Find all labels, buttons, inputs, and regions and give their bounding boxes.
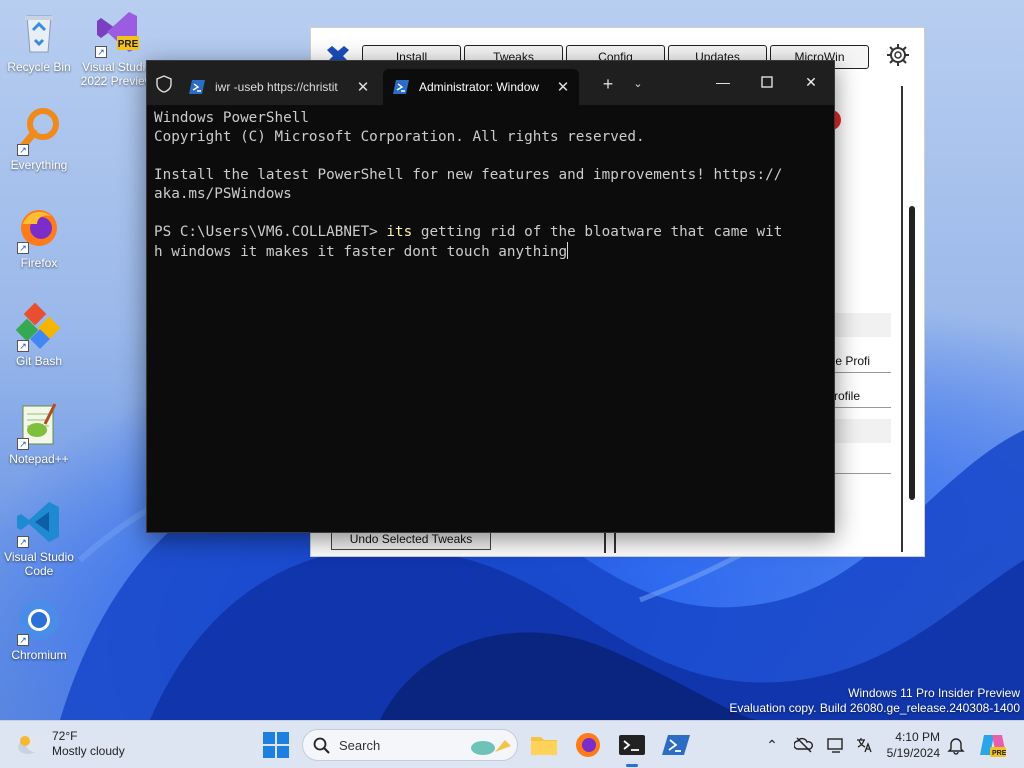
git-bash-icon: ↗: [15, 302, 63, 352]
firefox-taskbar-icon[interactable]: [572, 729, 604, 761]
close-tab-icon[interactable]: ✕: [353, 78, 373, 96]
tab-title: iwr -useb https://christit: [215, 80, 338, 94]
search-highlight-icon: [467, 736, 513, 758]
desktop-icon-git-bash[interactable]: ↗ Git Bash: [1, 302, 77, 368]
console-input-line[interactable]: h windows it makes it faster dont touch …: [154, 242, 824, 262]
search-placeholder: Search: [339, 738, 381, 753]
shortcut-arrow-icon: ↗: [17, 438, 29, 450]
pre-badge: PRE: [117, 39, 139, 50]
desktop-icon-label: Visual Studio Code: [4, 550, 74, 578]
shortcut-arrow-icon: ↗: [17, 536, 29, 548]
taskbar: 72°F Mostly cloudy Search ⌃ 4:10 PM 5/19…: [0, 720, 1024, 768]
search-icon: [313, 737, 331, 755]
desktop-icon-label: Visual Studio 2022 Preview: [80, 60, 154, 88]
terminal-titlebar[interactable]: iwr -useb https://christit ✕ Administrat…: [147, 61, 834, 105]
chromium-icon: ↗: [15, 596, 63, 646]
desktop-icon-label: Git Bash: [15, 354, 63, 368]
active-app-indicator: [626, 764, 638, 767]
console-prompt-line: PS C:\Users\VM6.COLLABNET> its getting r…: [154, 223, 824, 242]
text-cursor: [567, 242, 569, 259]
shortcut-arrow-icon: ↗: [17, 634, 29, 646]
desktop-icon-label: Recycle Bin: [7, 60, 71, 74]
weather-temperature: 72°F: [52, 729, 78, 743]
console-line: Copyright (C) Microsoft Corporation. All…: [154, 129, 645, 145]
start-button[interactable]: [262, 731, 290, 759]
desktop-icon-recycle-bin[interactable]: Recycle Bin: [1, 8, 77, 74]
shield-icon: [155, 75, 173, 93]
visual-studio-icon: PRE ↗: [93, 8, 141, 58]
clock-time: 4:10 PM: [895, 730, 940, 744]
desktop-icon-notepad-plus-plus[interactable]: ↗ Notepad++: [1, 400, 77, 466]
terminal-output[interactable]: Windows PowerShell Copyright (C) Microsof…: [154, 109, 824, 262]
close-tab-icon[interactable]: ✕: [553, 78, 573, 96]
shortcut-arrow-icon: ↗: [17, 144, 29, 156]
new-tab-button[interactable]: +: [597, 73, 619, 95]
chevron-down-icon[interactable]: ⌄: [629, 75, 647, 93]
notification-bell-icon[interactable]: [946, 735, 966, 755]
terminal-taskbar-icon[interactable]: [616, 729, 648, 767]
powershell-icon: [393, 80, 409, 94]
copilot-icon[interactable]: PRE: [978, 731, 1007, 759]
display-icon[interactable]: [826, 735, 846, 755]
everything-search-icon: ↗: [15, 106, 63, 156]
maximize-button[interactable]: [744, 69, 790, 95]
command-keyword: its: [386, 224, 413, 240]
command-text: h windows it makes it faster dont touch …: [154, 244, 568, 260]
command-text: getting rid of the bloatware that came w…: [412, 224, 783, 240]
gear-icon[interactable]: [886, 43, 910, 67]
onedrive-offline-icon[interactable]: [793, 735, 814, 755]
clock-date: 5/19/2024: [886, 746, 940, 760]
desktop-icon-visual-studio-code[interactable]: ↗ Visual Studio Code: [1, 498, 77, 578]
notepad-plus-plus-icon: ↗: [15, 400, 63, 450]
desktop-icon-label: Everything: [10, 158, 68, 172]
taskbar-search-box[interactable]: Search: [302, 729, 518, 761]
shortcut-arrow-icon: ↗: [95, 46, 107, 58]
desktop-icon-label: Firefox: [20, 256, 58, 270]
console-line: aka.ms/PSWindows: [154, 186, 292, 202]
evaluation-build-watermark: Evaluation copy. Build 26080.ge_release.…: [729, 701, 1020, 715]
desktop-icon-visual-studio-2022-preview[interactable]: PRE ↗ Visual Studio 2022 Preview: [79, 8, 155, 88]
windows-terminal-window[interactable]: iwr -useb https://christit ✕ Administrat…: [146, 60, 835, 533]
vertical-scrollbar[interactable]: [909, 206, 915, 500]
powershell-taskbar-icon[interactable]: [660, 729, 692, 761]
powershell-icon: [189, 80, 205, 94]
desktop-icon-label: Notepad++: [9, 452, 69, 466]
desktop-icon-label: Chromium: [11, 648, 67, 662]
file-explorer-icon[interactable]: [528, 729, 560, 761]
tab-title: Administrator: Window: [419, 80, 540, 94]
desktop-icon-chromium[interactable]: ↗ Chromium: [1, 596, 77, 662]
svg-text:PRE: PRE: [992, 750, 1006, 757]
firefox-icon: ↗: [15, 204, 63, 254]
recycle-bin-icon: [15, 8, 63, 56]
tab-administrator[interactable]: Administrator: Window ✕: [383, 69, 579, 105]
prompt: PS C:\Users\VM6.COLLABNET>: [154, 224, 387, 240]
desktop-icon-everything[interactable]: ↗ Everything: [1, 106, 77, 172]
desktop-icon-firefox[interactable]: ↗ Firefox: [1, 204, 77, 270]
chevron-up-icon[interactable]: ⌃: [762, 735, 782, 755]
shortcut-arrow-icon: ↗: [17, 242, 29, 254]
system-clock[interactable]: 4:10 PM 5/19/2024: [870, 729, 940, 761]
weather-widget[interactable]: 72°F Mostly cloudy: [16, 729, 125, 759]
close-window-button[interactable]: ✕: [788, 69, 834, 95]
vscode-icon: ↗: [15, 498, 63, 548]
console-line: Install the latest PowerShell for new fe…: [154, 167, 783, 183]
tab-iwr-script[interactable]: iwr -useb https://christit ✕: [179, 69, 379, 105]
minimize-button[interactable]: —: [700, 69, 746, 95]
weather-description: Mostly cloudy: [52, 744, 125, 758]
windows-version-watermark: Windows 11 Pro Insider Preview: [848, 686, 1020, 700]
shortcut-arrow-icon: ↗: [17, 340, 29, 352]
console-line: Windows PowerShell: [154, 110, 309, 126]
cloud-icon: [16, 732, 46, 756]
divider: [901, 86, 903, 552]
